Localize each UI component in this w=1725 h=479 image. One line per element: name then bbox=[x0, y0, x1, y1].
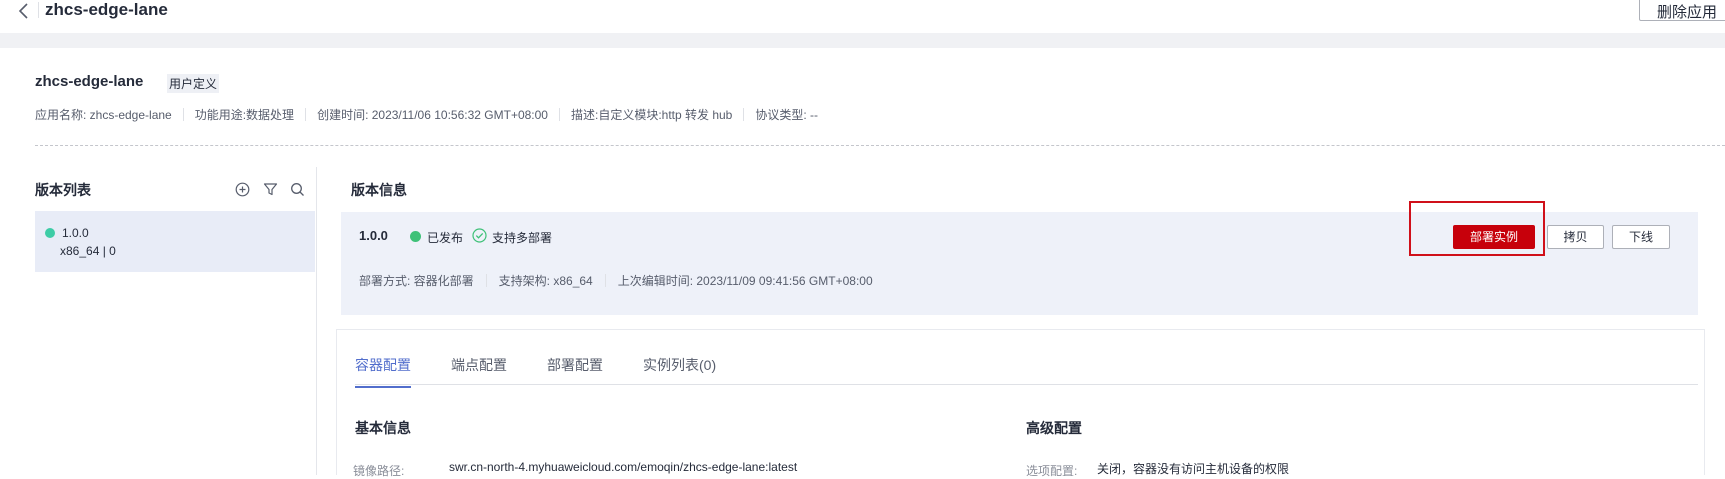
version-list-title: 版本列表 bbox=[35, 182, 91, 198]
tabs-underline bbox=[355, 384, 1698, 385]
app-type-badge: 用户定义 bbox=[167, 74, 220, 93]
image-path-value: swr.cn-north-4.myhuaweicloud.com/emoqin/… bbox=[449, 460, 798, 474]
delete-app-button[interactable]: 删除应用 bbox=[1639, 0, 1725, 21]
meta-description: 描述:自定义模块:http 转发 hub bbox=[570, 108, 733, 122]
list-item-version: 1.0.0 bbox=[62, 226, 89, 240]
detail-divider bbox=[485, 274, 487, 287]
meta-divider bbox=[558, 108, 560, 121]
check-circle-icon bbox=[472, 228, 487, 243]
image-path-label: 镜像路径: bbox=[353, 464, 405, 478]
option-config-value: 关闭，容器没有访问主机设备的权限 bbox=[1097, 462, 1290, 476]
meta-divider bbox=[743, 108, 745, 121]
supported-arch: 支持架构: x86_64 bbox=[498, 274, 593, 288]
search-icon[interactable] bbox=[288, 180, 306, 198]
version-details-row: 部署方式: 容器化部署 支持架构: x86_64 上次编辑时间: 2023/11… bbox=[359, 272, 873, 289]
app-name: zhcs-edge-lane bbox=[35, 73, 144, 90]
meta-protocol: 协议类型: -- bbox=[755, 108, 819, 122]
current-version: 1.0.0 bbox=[359, 228, 388, 243]
app-meta-row: 应用名称: zhcs-edge-lane 功能用途:数据处理 创建时间: 202… bbox=[35, 106, 818, 123]
dashed-divider bbox=[35, 145, 1725, 146]
published-status-dot bbox=[410, 231, 421, 242]
status-dot bbox=[45, 228, 55, 238]
basic-info-heading: 基本信息 bbox=[355, 420, 411, 436]
list-item-arch: x86_64 | 0 bbox=[60, 244, 116, 258]
multi-deploy-label: 支持多部署 bbox=[492, 231, 553, 245]
meta-divider bbox=[305, 108, 307, 121]
back-arrow-icon[interactable] bbox=[12, 0, 36, 22]
published-status: 已发布 bbox=[427, 231, 464, 245]
filter-icon[interactable] bbox=[261, 180, 279, 198]
copy-button[interactable]: 拷贝 bbox=[1547, 225, 1604, 249]
deploy-method: 部署方式: 容器化部署 bbox=[359, 274, 474, 288]
config-card bbox=[336, 329, 1705, 475]
add-circle-icon[interactable] bbox=[233, 180, 251, 198]
meta-purpose: 功能用途:数据处理 bbox=[194, 108, 295, 122]
offline-button[interactable]: 下线 bbox=[1612, 225, 1670, 249]
meta-created-time: 创建时间: 2023/11/06 10:56:32 GMT+08:00 bbox=[317, 108, 548, 122]
advanced-config-heading: 高级配置 bbox=[1026, 420, 1082, 436]
meta-app-name: 应用名称: zhcs-edge-lane bbox=[35, 108, 172, 122]
header-separator bbox=[0, 33, 1725, 48]
highlight-box bbox=[1409, 201, 1545, 256]
top-bar bbox=[0, 0, 1725, 33]
last-edit-time: 上次编辑时间: 2023/11/09 09:41:56 GMT+08:00 bbox=[617, 274, 873, 288]
meta-divider bbox=[182, 108, 184, 121]
option-config-label: 选项配置: bbox=[1026, 464, 1078, 478]
detail-divider bbox=[604, 274, 606, 287]
page-title: zhcs-edge-lane bbox=[45, 0, 168, 19]
panel-divider bbox=[316, 167, 317, 475]
version-list-item[interactable] bbox=[35, 211, 315, 272]
title-divider bbox=[38, 2, 39, 18]
version-info-title: 版本信息 bbox=[351, 182, 407, 198]
